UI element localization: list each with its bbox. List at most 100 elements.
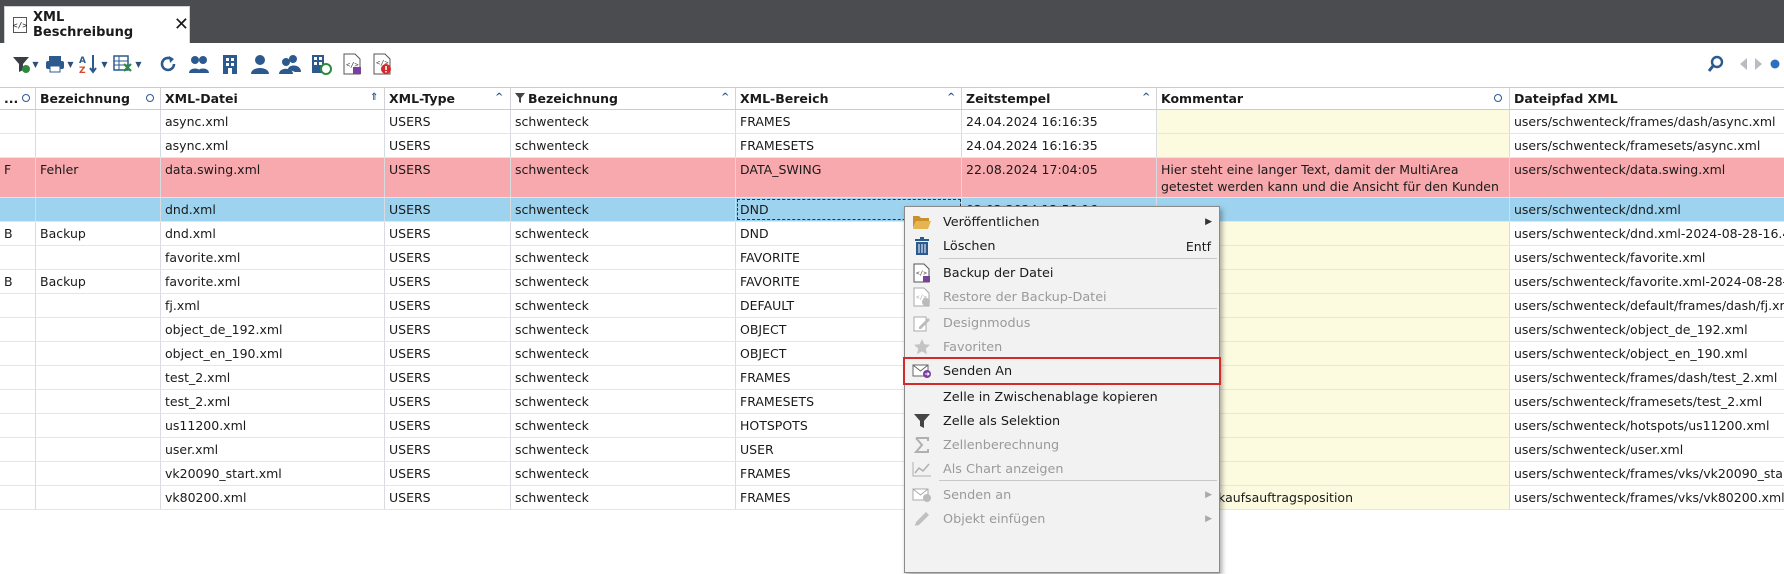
table-cell-bez1[interactable] <box>36 246 161 269</box>
table-cell-flag[interactable] <box>0 366 36 389</box>
table-row[interactable]: object_en_190.xml USERS schwenteck OBJECT us… <box>0 342 1784 366</box>
table-row[interactable]: test_2.xml USERS schwenteck FRAMESETS users/… <box>0 390 1784 414</box>
table-cell-type[interactable]: USERS <box>385 270 511 293</box>
table-cell-bez2[interactable]: schwenteck <box>511 438 736 461</box>
table-cell-file[interactable]: vk80200.xml <box>161 486 385 509</box>
table-cell-bez1[interactable]: Backup <box>36 222 161 245</box>
table-cell-file[interactable]: fj.xml <box>161 294 385 317</box>
table-cell-flag[interactable] <box>0 294 36 317</box>
column-header-xml-bereich[interactable]: XML-Bereich ^ <box>736 88 962 109</box>
table-cell-path[interactable]: users/schwenteck/favorite.xml <box>1510 246 1784 269</box>
table-cell-file[interactable]: object_de_192.xml <box>161 318 385 341</box>
table-cell-file[interactable]: test_2.xml <box>161 366 385 389</box>
table-cell-bez1[interactable] <box>36 414 161 437</box>
column-header-dateipfad[interactable]: Dateipfad XML <box>1510 88 1784 109</box>
table-row[interactable]: dnd.xmlUSERSschwenteckDND02.02.2024 12:5… <box>0 198 1784 222</box>
table-row[interactable]: user.xml USERS schwenteck USER users/schwent… <box>0 438 1784 462</box>
table-cell-ts[interactable]: 22.08.2024 17:04:05 <box>962 158 1157 197</box>
table-cell-type[interactable]: USERS <box>385 246 511 269</box>
table-cell-comment[interactable] <box>1157 110 1510 133</box>
table-cell-path[interactable]: users/schwenteck/frames/dash/async.xml <box>1510 110 1784 133</box>
table-cell-area[interactable]: FRAMESETS <box>736 134 962 157</box>
menu-item-veröffentlichen[interactable]: Veröffentlichen ▶ <box>905 210 1219 234</box>
table-cell-type[interactable]: USERS <box>385 462 511 485</box>
table-row[interactable]: favorite.xml USERS schwenteck FAVORITE users… <box>0 246 1784 270</box>
table-row[interactable]: async.xml USERS schwenteck FRAMESETS 24.04.2… <box>0 134 1784 158</box>
table-cell-bez2[interactable]: schwenteck <box>511 198 736 221</box>
table-cell-type[interactable]: USERS <box>385 222 511 245</box>
table-cell-file[interactable]: test_2.xml <box>161 390 385 413</box>
table-row[interactable]: vk80200.xml USERS schwenteck FRAMES g der Ve… <box>0 486 1784 510</box>
table-row[interactable]: object_de_192.xml USERS schwenteck OBJECT us… <box>0 318 1784 342</box>
table-cell-bez2[interactable]: schwenteck <box>511 390 736 413</box>
table-cell-bez1[interactable] <box>36 462 161 485</box>
table-cell-bez2[interactable]: schwenteck <box>511 462 736 485</box>
refresh-icon[interactable] <box>156 52 180 76</box>
table-cell-path[interactable]: users/schwenteck/object_de_192.xml <box>1510 318 1784 341</box>
table-row[interactable]: test_2.xml USERS schwenteck FRAMES users/sch… <box>0 366 1784 390</box>
table-cell-type[interactable]: USERS <box>385 414 511 437</box>
column-header-bezeichnung-2[interactable]: Bezeichnung ^ <box>511 88 736 109</box>
table-cell-bez2[interactable]: schwenteck <box>511 294 736 317</box>
column-header-xml-type[interactable]: XML-Type ^ <box>385 88 511 109</box>
table-cell-file[interactable]: data.swing.xml <box>161 158 385 197</box>
table-cell-flag[interactable] <box>0 318 36 341</box>
column-header-flag[interactable]: ... <box>0 88 36 109</box>
table-cell-path[interactable]: users/schwenteck/frames/vks/vk80200.xml <box>1510 486 1784 509</box>
table-cell-flag[interactable]: B <box>0 270 36 293</box>
table-cell-path[interactable]: users/schwenteck/hotspots/us11200.xml <box>1510 414 1784 437</box>
table-cell-bez1[interactable] <box>36 294 161 317</box>
table-cell-type[interactable]: USERS <box>385 198 511 221</box>
table-cell-path[interactable]: users/schwenteck/favorite.xml-2024-08-28… <box>1510 270 1784 293</box>
table-cell-area[interactable]: FRAMES <box>736 110 962 133</box>
users-icon[interactable] <box>278 52 302 76</box>
table-cell-bez1[interactable]: Backup <box>36 270 161 293</box>
table-cell-path[interactable]: users/schwenteck/user.xml <box>1510 438 1784 461</box>
table-cell-flag[interactable] <box>0 414 36 437</box>
table-cell-flag[interactable] <box>0 462 36 485</box>
building-icon[interactable] <box>218 52 242 76</box>
table-row[interactable]: us11200.xml USERS schwenteck HOTSPOTS users/… <box>0 414 1784 438</box>
menu-item-backup-der-datei[interactable]: </> Backup der Datei <box>905 261 1219 285</box>
table-cell-bez2[interactable]: schwenteck <box>511 158 736 197</box>
table-cell-flag[interactable] <box>0 134 36 157</box>
table-cell-file[interactable]: favorite.xml <box>161 246 385 269</box>
table-cell-bez2[interactable]: schwenteck <box>511 342 736 365</box>
table-cell-bez2[interactable]: schwenteck <box>511 486 736 509</box>
table-cell-flag[interactable]: B <box>0 222 36 245</box>
table-cell-bez2[interactable]: schwenteck <box>511 246 736 269</box>
table-cell-file[interactable]: vk20090_start.xml <box>161 462 385 485</box>
table-cell-flag[interactable]: F <box>0 158 36 197</box>
print-icon[interactable]: ▼ <box>44 52 74 76</box>
table-cell-bez2[interactable]: schwenteck <box>511 318 736 341</box>
table-cell-bez2[interactable]: schwenteck <box>511 270 736 293</box>
table-cell-comment[interactable]: Hier steht eine langer Text, damit der M… <box>1157 158 1510 197</box>
table-cell-path[interactable]: users/schwenteck/object_en_190.xml <box>1510 342 1784 365</box>
table-cell-type[interactable]: USERS <box>385 486 511 509</box>
table-cell-flag[interactable] <box>0 390 36 413</box>
table-cell-flag[interactable] <box>0 342 36 365</box>
column-header-kommentar[interactable]: Kommentar <box>1157 88 1510 109</box>
xml-error-icon[interactable]: </> <box>370 52 394 76</box>
table-cell-file[interactable]: favorite.xml <box>161 270 385 293</box>
table-row[interactable]: vk20090_start.xml USERS schwenteck FRAMES us… <box>0 462 1784 486</box>
table-cell-bez2[interactable]: schwenteck <box>511 134 736 157</box>
table-row[interactable]: async.xml USERS schwenteck FRAMES 24.04.2024… <box>0 110 1784 134</box>
table-cell-flag[interactable] <box>0 198 36 221</box>
table-cell-file[interactable]: object_en_190.xml <box>161 342 385 365</box>
table-cell-path[interactable]: users/schwenteck/dnd.xml <box>1510 198 1784 221</box>
table-cell-flag[interactable] <box>0 486 36 509</box>
table-cell-bez1[interactable] <box>36 342 161 365</box>
menu-item-zelle-in-zwischenablage-kopieren[interactable]: Zelle in Zwischenablage kopieren <box>905 385 1219 409</box>
table-cell-bez1[interactable] <box>36 318 161 341</box>
table-cell-file[interactable]: us11200.xml <box>161 414 385 437</box>
table-cell-type[interactable]: USERS <box>385 342 511 365</box>
table-cell-path[interactable]: users/schwenteck/framesets/async.xml <box>1510 134 1784 157</box>
filter-icon[interactable]: ▼ <box>10 52 40 76</box>
table-cell-type[interactable]: USERS <box>385 294 511 317</box>
building-refresh-icon[interactable] <box>309 52 333 76</box>
table-cell-flag[interactable] <box>0 110 36 133</box>
table-cell-bez2[interactable]: schwenteck <box>511 110 736 133</box>
table-cell-ts[interactable]: 24.04.2024 16:16:35 <box>962 134 1157 157</box>
table-cell-type[interactable]: USERS <box>385 134 511 157</box>
